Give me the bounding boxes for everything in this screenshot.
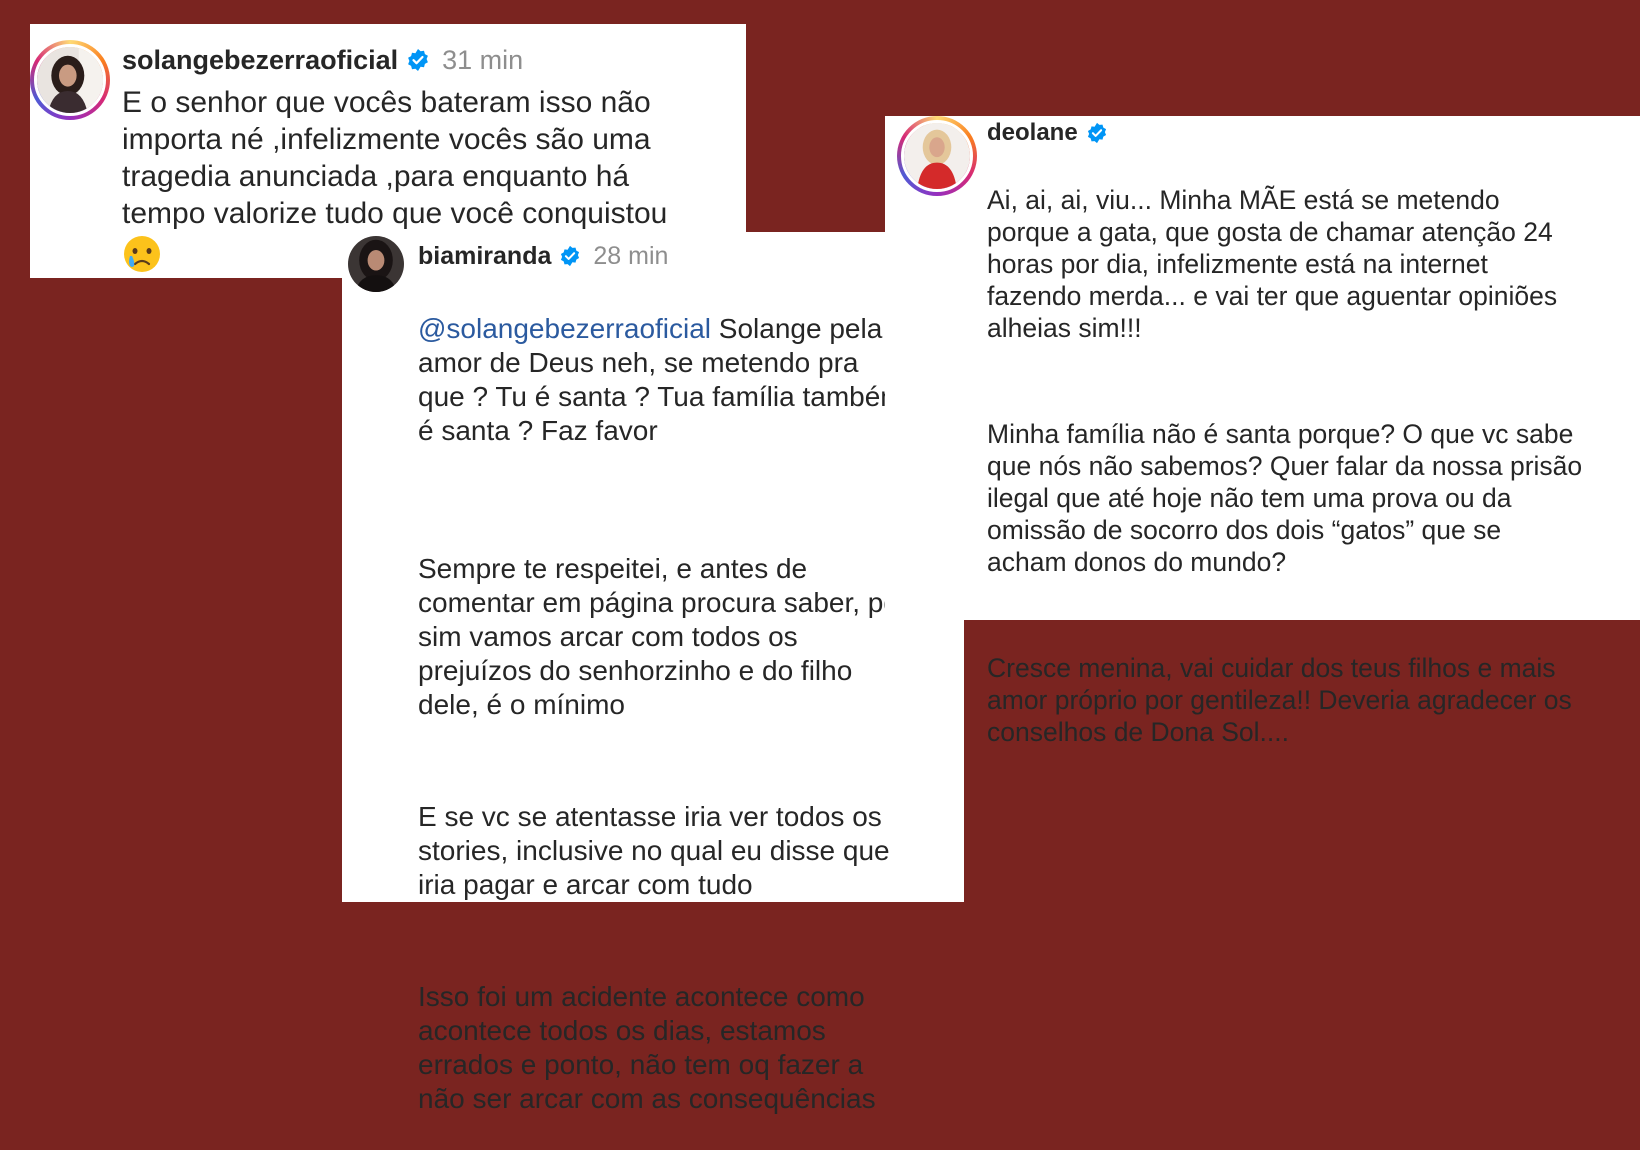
avatar-photo-biamiranda: [348, 236, 404, 292]
comment-card-biamiranda: biamiranda 28 min @solangebezerraoficial…: [342, 232, 964, 1114]
comment-text: @solangebezerraoficial Solange pela amor…: [418, 278, 958, 1150]
comment-paragraph: Minha família não é santa porque? O que …: [987, 419, 1583, 577]
comment-header: biamiranda 28 min: [418, 236, 668, 276]
crying-face-icon: [122, 234, 162, 274]
verified-badge-icon: [1086, 122, 1108, 144]
verified-badge-icon: [559, 245, 581, 267]
comment-time: 28 min: [593, 241, 669, 270]
comment-paragraph: Cresce menina, vai cuidar dos teus filho…: [987, 653, 1572, 747]
comment-header: deolane: [987, 116, 1108, 150]
comment-paragraph: Ai, ai, ai, viu... Minha MÃE está se met…: [987, 185, 1558, 343]
avatar-solange[interactable]: [30, 40, 110, 120]
comment-paragraph: @solangebezerraoficial Solange pela amor…: [418, 312, 958, 448]
comment-paragraph: Sempre te respeitei, e antes de comentar…: [418, 553, 899, 720]
avatar-deolane[interactable]: [897, 116, 977, 196]
comment-header: solangebezerraoficial 31 min: [122, 40, 523, 80]
comment-card-deolane: deolane Ai, ai, ai, viu... Minha MÃE est…: [885, 116, 1640, 747]
username[interactable]: deolane: [987, 119, 1078, 147]
comment-text: Ai, ai, ai, viu... Minha MÃE está se met…: [987, 152, 1635, 780]
comment-paragraph: E se vc se atentasse iria ver todos os s…: [418, 801, 890, 900]
avatar-biamiranda[interactable]: [348, 236, 404, 292]
username[interactable]: biamiranda: [418, 242, 551, 271]
comment-text: E o senhor que vocês bateram isso não im…: [122, 86, 668, 230]
comment-time: 31 min: [442, 44, 524, 75]
avatar-photo-deolane: [904, 123, 970, 189]
comment-paragraph: Isso foi um acidente acontece como acont…: [418, 981, 876, 1114]
mention-link[interactable]: @solangebezerraoficial: [418, 313, 711, 344]
avatar-photo-solange: [37, 47, 103, 113]
verified-badge-icon: [406, 48, 430, 72]
username[interactable]: solangebezerraoficial: [122, 45, 398, 76]
